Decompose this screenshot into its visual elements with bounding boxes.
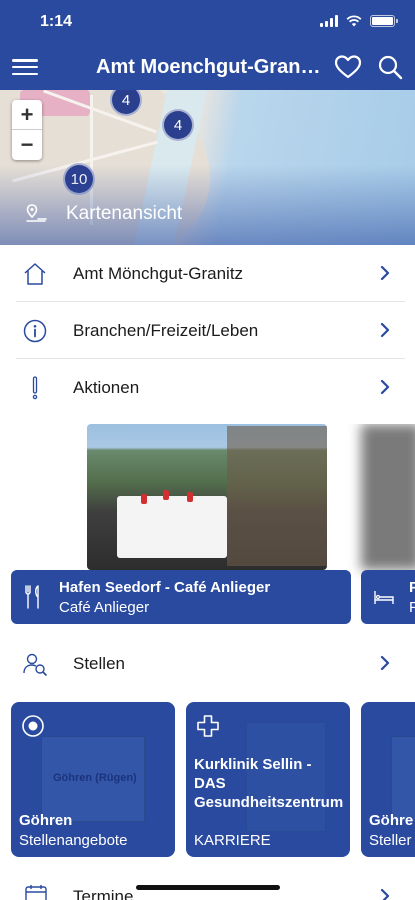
- job-card[interactable]: Göhre Steller: [361, 702, 415, 857]
- featured-card[interactable]: Hafen Seedorf - Café Anlieger Café Anlie…: [11, 424, 351, 624]
- chevron-right-icon: [380, 888, 390, 900]
- menu-item-amt[interactable]: Amt Mönchgut-Granitz: [0, 245, 415, 302]
- menu-item-aktionen[interactable]: Aktionen: [0, 359, 415, 416]
- card-image: [87, 424, 327, 570]
- main-menu: Amt Mönchgut-Granitz Branchen/Freizeit/L…: [0, 245, 415, 416]
- job-card[interactable]: Göhren (Rügen) Göhren Stellenangebote: [11, 702, 175, 857]
- zoom-in-button[interactable]: +: [12, 100, 42, 130]
- chevron-right-icon: [380, 322, 390, 338]
- signal-icon: [320, 15, 338, 27]
- card-title: Hafen Seedorf - Café Anlieger: [59, 579, 271, 596]
- info-icon: [23, 319, 47, 343]
- chevron-right-icon: [380, 655, 390, 671]
- home-icon: [24, 263, 46, 285]
- job-subtitle: KARRIERE: [194, 832, 271, 849]
- nav-bar: Amt Moenchgut-Granitz: [0, 44, 415, 90]
- featured-card[interactable]: P P: [361, 424, 415, 624]
- section-title: Termine: [73, 887, 134, 900]
- zoom-out-button[interactable]: −: [12, 130, 42, 160]
- job-image-text: Göhren (Rügen): [53, 772, 137, 784]
- fork-knife-icon: [25, 585, 39, 609]
- job-title: Göhre: [369, 812, 414, 829]
- card-subtitle: Café Anlieger: [59, 599, 150, 616]
- exclamation-icon: [32, 376, 38, 400]
- medical-cross-icon: [197, 715, 219, 737]
- menu-item-label: Amt Mönchgut-Granitz: [73, 264, 244, 283]
- section-title: Stellen: [73, 654, 125, 673]
- featured-carousel[interactable]: Hafen Seedorf - Café Anlieger Café Anlie…: [0, 424, 415, 628]
- hamburger-menu-icon[interactable]: [12, 56, 38, 78]
- status-icons: [320, 15, 398, 27]
- job-carousel[interactable]: Göhren (Rügen) Göhren Stellenangebote Ku…: [0, 702, 415, 857]
- menu-item-label: Branchen/Freizeit/Leben: [73, 321, 259, 340]
- status-bar: 1:14: [0, 0, 415, 44]
- chevron-right-icon: [380, 265, 390, 281]
- menu-item-label: Aktionen: [73, 378, 140, 397]
- menu-item-branchen[interactable]: Branchen/Freizeit/Leben: [0, 302, 415, 359]
- card-caption: P P: [361, 570, 415, 624]
- battery-icon: [370, 15, 398, 27]
- job-subtitle: Stellenangebote: [19, 832, 128, 849]
- map-zoom-control: + −: [12, 100, 42, 160]
- heart-icon[interactable]: [334, 54, 362, 80]
- card-image: [361, 424, 415, 570]
- map-view[interactable]: + − 4 4 10 Kartenansicht: [0, 90, 415, 245]
- map-view-link[interactable]: Kartenansicht: [24, 202, 182, 226]
- calendar-icon: [25, 885, 47, 900]
- chevron-right-icon: [380, 379, 390, 395]
- job-title: Göhren: [19, 812, 73, 829]
- wifi-icon: [346, 15, 362, 27]
- map-cluster-marker[interactable]: 4: [162, 109, 194, 141]
- map-pin-icon: [26, 204, 47, 222]
- card-subtitle: P: [409, 599, 415, 616]
- bed-icon: [374, 591, 394, 604]
- job-image: [391, 736, 415, 822]
- job-card[interactable]: Kurklinik Sellin - DAS Gesundheitszentru…: [186, 702, 350, 857]
- home-indicator[interactable]: [136, 885, 280, 890]
- section-stellen[interactable]: Stellen: [0, 635, 415, 692]
- search-icon[interactable]: [376, 54, 404, 80]
- job-subtitle: Steller: [369, 832, 412, 849]
- people-search-icon: [23, 653, 47, 676]
- card-title: P: [409, 579, 415, 596]
- card-caption: Hafen Seedorf - Café Anlieger Café Anlie…: [11, 570, 351, 624]
- status-time: 1:14: [40, 13, 73, 30]
- job-title: Kurklinik Sellin - DAS Gesundheitszentru…: [194, 756, 344, 811]
- map-view-label: Kartenansicht: [66, 203, 183, 224]
- target-icon: [22, 715, 44, 737]
- page-title: Amt Moenchgut-Granitz: [96, 56, 322, 78]
